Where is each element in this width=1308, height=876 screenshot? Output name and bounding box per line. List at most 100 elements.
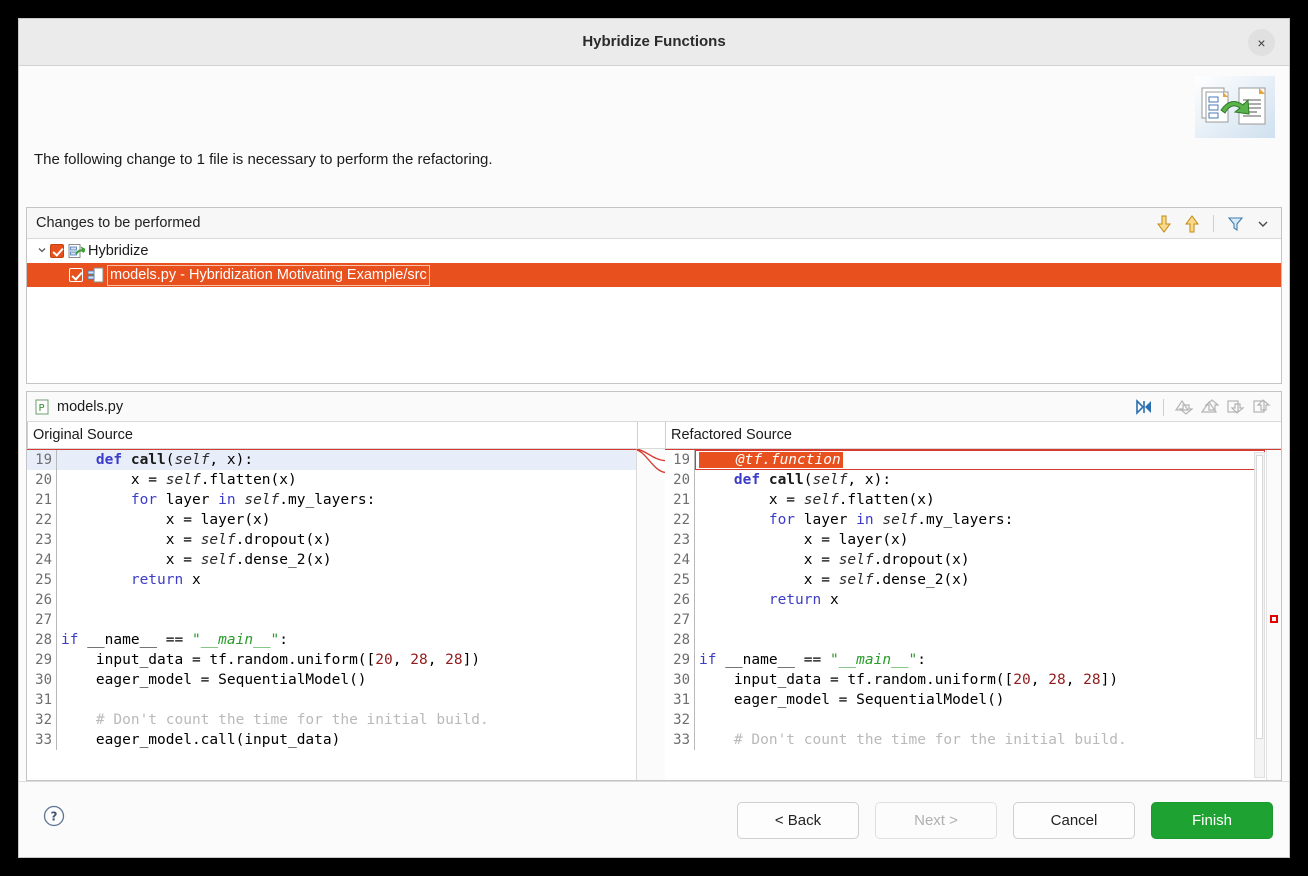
code-line[interactable]: 33 # Don't count the time for the initia… <box>665 730 1281 750</box>
next-button: Next > <box>875 802 997 839</box>
close-icon[interactable]: × <box>1248 29 1275 56</box>
filter-icon[interactable] <box>1223 212 1247 236</box>
dialog-title: Hybridize Functions <box>582 33 726 50</box>
code-line[interactable]: 27 <box>27 610 636 630</box>
line-number: 25 <box>665 570 695 590</box>
code-text: input_data = tf.random.uniform([20, 28, … <box>61 652 481 668</box>
code-line[interactable]: 33 eager_model.call(input_data) <box>27 730 636 750</box>
code-line[interactable]: 19 @tf.function <box>665 450 1281 470</box>
help-icon[interactable]: ? <box>43 805 65 827</box>
code-text: x = self.flatten(x) <box>699 492 935 508</box>
code-line[interactable]: 24 x = self.dense_2(x) <box>27 550 636 570</box>
back-button[interactable]: < Back <box>737 802 859 839</box>
code-line[interactable]: 23 x = self.dropout(x) <box>27 530 636 550</box>
changes-group: Changes to be performed Hybridize models… <box>26 207 1282 384</box>
code-line[interactable]: 20 x = self.flatten(x) <box>27 470 636 490</box>
refactored-source-pane[interactable]: 19 @tf.function 20 def call(self, x): 21 x… <box>665 449 1281 780</box>
code-line[interactable]: 25 x = self.dense_2(x) <box>665 570 1281 590</box>
code-line[interactable]: 21 for layer in self.my_layers: <box>27 490 636 510</box>
code-line[interactable]: 26 <box>27 590 636 610</box>
previous-change-icon[interactable] <box>1180 212 1204 236</box>
code-line[interactable]: 22 for layer in self.my_layers: <box>665 510 1281 530</box>
svg-text:P: P <box>39 403 45 414</box>
refactoring-change-icon <box>68 243 86 259</box>
compare-panes: 19 def call(self, x): 20 x = self.flatten… <box>27 449 1281 780</box>
diff-marker-icon[interactable] <box>1270 615 1278 623</box>
next-change-icon[interactable] <box>1152 212 1176 236</box>
tree-item-models-py[interactable]: models.py - Hybridization Motivating Exa… <box>27 263 1281 287</box>
line-number: 22 <box>665 510 695 530</box>
compare-file-change-icon <box>87 267 105 283</box>
code-text: input_data = tf.random.uniform([20, 28, … <box>699 672 1119 688</box>
code-text: x = self.dense_2(x) <box>61 552 332 568</box>
code-line[interactable]: 30 input_data = tf.random.uniform([20, 2… <box>665 670 1281 690</box>
tree-item-hybridize[interactable]: Hybridize <box>27 239 1281 263</box>
expand-twisty-icon[interactable] <box>34 245 50 258</box>
line-number: 26 <box>665 590 695 610</box>
code-line[interactable]: 25 return x <box>27 570 636 590</box>
code-line[interactable]: 28 if __name__ == "__main__": <box>27 630 636 650</box>
changes-tree[interactable]: Hybridize models.py - Hybridization Moti… <box>27 239 1281 383</box>
vertical-scrollbar[interactable] <box>1254 452 1265 778</box>
toolbar-separator <box>1163 398 1164 416</box>
line-number: 29 <box>27 650 57 670</box>
line-number: 27 <box>665 610 695 630</box>
code-line[interactable]: 31 <box>27 690 636 710</box>
line-number: 32 <box>27 710 57 730</box>
code-text: @tf.function <box>695 450 1281 470</box>
compare-toolbar <box>1132 392 1273 422</box>
code-line[interactable]: 30 eager_model = SequentialModel() <box>27 670 636 690</box>
code-line[interactable]: 32 <box>665 710 1281 730</box>
changes-header: Changes to be performed <box>27 208 1281 239</box>
code-text: # Don't count the time for the initial b… <box>699 732 1127 748</box>
pane-titles: Original Source Refactored Source <box>27 422 1281 449</box>
code-text: x = self.dropout(x) <box>699 552 970 568</box>
intro-message: The following change to 1 file is necess… <box>34 151 493 168</box>
code-line[interactable]: 27 <box>665 610 1281 630</box>
diff-added-text: @tf.function <box>699 452 843 468</box>
code-line[interactable]: 24 x = self.dropout(x) <box>665 550 1281 570</box>
tree-checkbox-hybridize[interactable] <box>50 244 64 258</box>
code-line[interactable]: 26 return x <box>665 590 1281 610</box>
code-text: return x <box>130 572 201 588</box>
code-line[interactable]: 28 <box>665 630 1281 650</box>
code-line[interactable]: 21 x = self.flatten(x) <box>665 490 1281 510</box>
line-number: 22 <box>27 510 57 530</box>
code-line[interactable]: 22 x = layer(x) <box>27 510 636 530</box>
code-line[interactable]: 29 if __name__ == "__main__": <box>665 650 1281 670</box>
compare-file-name: models.py <box>57 398 124 415</box>
chevron-down-icon[interactable] <box>1251 212 1275 236</box>
hybridize-functions-dialog: Hybridize Functions × The following chan… <box>18 18 1290 858</box>
line-number: 24 <box>665 550 695 570</box>
original-source-pane[interactable]: 19 def call(self, x): 20 x = self.flatten… <box>27 449 637 780</box>
code-text: if __name__ == "__main__": <box>61 632 289 648</box>
code-text: eager_model = SequentialModel() <box>61 672 367 688</box>
changes-toolbar <box>1152 208 1275 239</box>
code-line[interactable]: 29 input_data = tf.random.uniform([20, 2… <box>27 650 636 670</box>
dialog-footer: ? < Back Next > Cancel Finish <box>19 781 1289 857</box>
code-text: x = self.dense_2(x) <box>699 572 970 588</box>
code-line[interactable]: 23 x = layer(x) <box>665 530 1281 550</box>
line-number: 20 <box>27 470 57 490</box>
diff-connector-gap <box>637 449 665 780</box>
line-number: 19 <box>665 450 695 470</box>
code-line[interactable]: 20 def call(self, x): <box>665 470 1281 490</box>
changes-title: Changes to be performed <box>36 215 201 231</box>
code-text: def call(self, x): <box>57 450 636 470</box>
scrollbar-thumb[interactable] <box>1256 455 1263 739</box>
line-number: 21 <box>665 490 695 510</box>
code-text: for layer in self.my_layers: <box>768 512 1014 528</box>
switch-compare-viewer-icon[interactable] <box>1132 395 1156 419</box>
svg-text:?: ? <box>51 810 58 824</box>
code-line[interactable]: 31 eager_model = SequentialModel() <box>665 690 1281 710</box>
code-line[interactable]: 32 # Don't count the time for the initia… <box>27 710 636 730</box>
line-number: 32 <box>665 710 695 730</box>
code-line[interactable]: 19 def call(self, x): <box>27 450 636 470</box>
cancel-button[interactable]: Cancel <box>1013 802 1135 839</box>
finish-button[interactable]: Finish <box>1151 802 1273 839</box>
tree-item-label: models.py - Hybridization Motivating Exa… <box>107 264 430 286</box>
tree-checkbox-models-py[interactable] <box>69 268 83 282</box>
overview-ruler[interactable] <box>1266 450 1281 780</box>
